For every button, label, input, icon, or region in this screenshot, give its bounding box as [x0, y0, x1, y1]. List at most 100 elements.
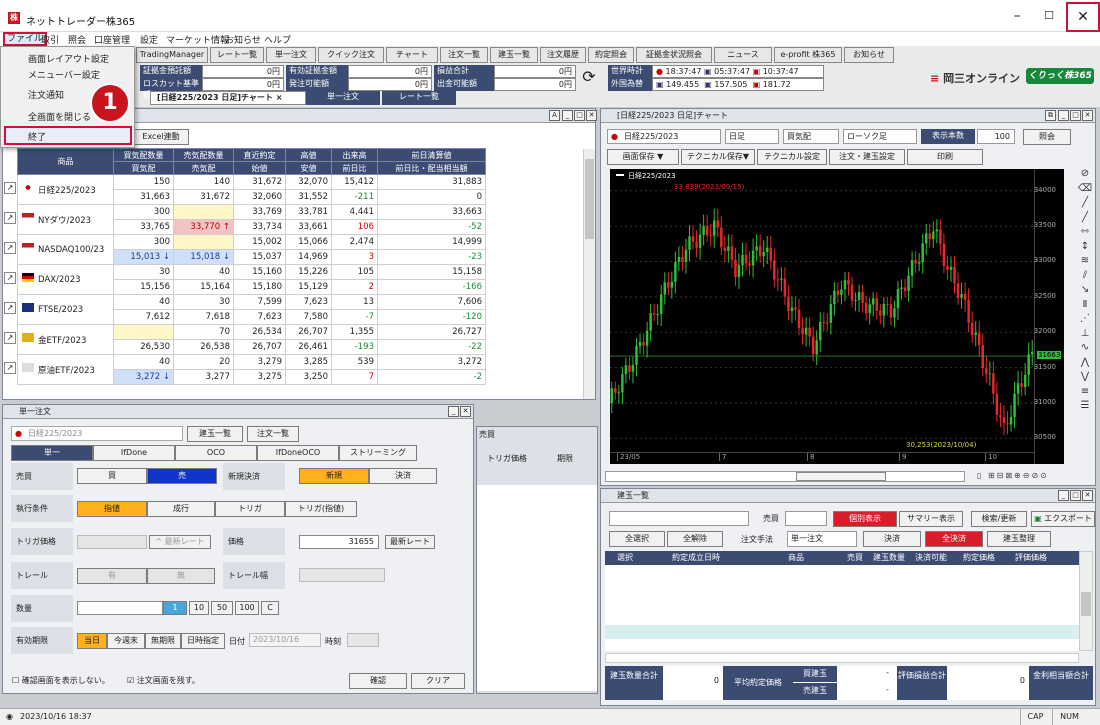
trend-icon[interactable]: ↗ — [4, 182, 16, 194]
panel-close-button[interactable]: ✕ — [586, 110, 597, 121]
maximize-button[interactable]: ☐ — [1032, 0, 1066, 32]
col-ask-qty[interactable]: 売気配数量 — [173, 148, 234, 162]
file-notice[interactable]: 注文通知 — [28, 88, 64, 101]
tool-pitch-icon[interactable]: ⋰ — [1077, 312, 1093, 327]
positions-col[interactable]: 評価価格 — [1005, 551, 1057, 565]
qty-input[interactable] — [77, 601, 163, 615]
valid-indefinite-button[interactable]: 無期限 — [145, 633, 181, 649]
valid-week-button[interactable]: 今週末 — [107, 633, 145, 649]
chart-order-settings-button[interactable]: 注文・建玉設定 — [829, 149, 905, 165]
qty-50-button[interactable]: 50 — [211, 601, 233, 615]
tool-quick-order[interactable]: クイック注文 — [318, 47, 384, 63]
tool-fib-icon[interactable]: ≋ — [1077, 254, 1093, 269]
search-update-button[interactable]: 検索/更新 — [971, 511, 1027, 527]
qty-10-button[interactable]: 10 — [189, 601, 209, 615]
file-close-all[interactable]: 全画面を閉じる — [28, 110, 91, 123]
close-button[interactable]: ✕ — [1066, 2, 1100, 32]
valid-today-button[interactable]: 当日 — [77, 633, 107, 649]
chart-min-button[interactable]: _ — [1058, 110, 1069, 121]
positions-max-button[interactable]: □ — [1070, 490, 1081, 501]
exec-limit-button[interactable]: 指値 — [77, 501, 147, 517]
col-last[interactable]: 直近約定 — [233, 148, 286, 162]
valid-datetime-button[interactable]: 日時指定 — [181, 633, 225, 649]
excel-link-button[interactable]: Excel連動 — [133, 129, 189, 145]
trend-icon[interactable]: ↗ — [4, 362, 16, 374]
exec-trigger-button[interactable]: トリガ — [215, 501, 285, 517]
menu-account[interactable]: 口座管理 — [94, 33, 130, 46]
date-input[interactable]: 2023/10/16 — [249, 633, 321, 647]
chart-count-input[interactable]: 100 — [977, 129, 1015, 144]
order-tab-oco[interactable]: OCO — [175, 445, 257, 461]
sell-button[interactable]: 売 — [147, 468, 217, 484]
panel-max-button[interactable]: □ — [574, 110, 585, 121]
tool-wave-icon[interactable]: ∿ — [1077, 341, 1093, 356]
skip-confirm-checkbox[interactable]: ☐ 確認画面を表示しない。 — [12, 675, 110, 686]
summary-view-button[interactable]: サマリー表示 — [899, 511, 963, 527]
settle-all-button[interactable]: 全決済 — [925, 531, 983, 547]
trend-icon[interactable]: ↗ — [4, 272, 16, 284]
chart-tech-settings-button[interactable]: テクニカル設定 — [757, 149, 827, 165]
menu-market[interactable]: マーケット情報 — [166, 33, 229, 46]
positions-product-select[interactable] — [609, 511, 749, 526]
exec-market-button[interactable]: 成行 — [147, 501, 215, 517]
buy-button[interactable]: 買 — [77, 468, 147, 484]
chart-detach-icon[interactable]: ⧉ — [1045, 110, 1056, 121]
chart-period-select[interactable]: 日足 — [725, 129, 779, 144]
order-tab-ifdoneoco[interactable]: IfDoneOCO — [257, 445, 339, 461]
col-bid-qty[interactable]: 買気配数量 — [113, 148, 174, 162]
positions-hscrollbar[interactable] — [605, 653, 1079, 663]
tool-grid-icon[interactable]: ≡ — [1077, 385, 1093, 400]
col-volume[interactable]: 出来高 — [331, 148, 378, 162]
panel-min-button[interactable]: _ — [562, 110, 573, 121]
positions-close-button[interactable]: ✕ — [1082, 490, 1093, 501]
rate-row[interactable]: 原油ETF/2023 40 20 3,279 3,285 539 3,272 — [17, 354, 486, 385]
rate-row[interactable]: 日経225/2023 150 140 31,672 32,070 15,412 31,883 — [17, 174, 486, 205]
trend-icon[interactable]: ↗ — [4, 332, 16, 344]
trigger-price-input[interactable] — [77, 535, 147, 549]
tool-ray-icon[interactable]: ╱ — [1077, 211, 1093, 226]
organize-positions-button[interactable]: 建玉整理 — [987, 531, 1051, 547]
order-method-select[interactable]: 単一注文 — [787, 531, 857, 547]
order-tab-ifdone[interactable]: IfDone — [93, 445, 175, 461]
chart-print-button[interactable]: 印刷 — [907, 149, 983, 165]
tool-rate-list[interactable]: レート一覧 — [210, 47, 264, 63]
exec-trigger-limit-button[interactable]: トリガ(指値) — [285, 501, 357, 517]
positions-min-button[interactable]: _ — [1058, 490, 1069, 501]
col-product[interactable]: 商品 — [17, 148, 114, 175]
tool-erase-icon[interactable]: ⌫ — [1077, 182, 1093, 197]
tool-menu-icon[interactable]: ☰ — [1077, 399, 1093, 414]
tool-hline-icon[interactable]: ⇿ — [1077, 225, 1093, 240]
tool-margin-status[interactable]: 証拠金状況照会 — [636, 47, 712, 63]
tool-order-list[interactable]: 注文一覧 — [440, 47, 488, 63]
trail-width-input[interactable] — [299, 568, 385, 582]
rate-row[interactable]: FTSE/2023 40 30 7,599 7,623 13 7,606 — [17, 294, 486, 325]
time-input[interactable] — [347, 633, 379, 647]
qty-100-button[interactable]: 100 — [235, 601, 259, 615]
price-latest-button[interactable]: 最新レート — [385, 535, 435, 549]
tool-vline-icon[interactable]: ↕ — [1077, 240, 1093, 255]
chart-side-select[interactable]: 買気配 — [783, 129, 839, 144]
order-min-button[interactable]: _ — [448, 406, 459, 417]
qty-clear-button[interactable]: C — [261, 601, 279, 615]
qty-1-button[interactable]: 1 — [163, 601, 187, 615]
rate-scrollbar[interactable] — [583, 149, 595, 399]
tool-single-order[interactable]: 単一注文 — [266, 47, 316, 63]
new-button[interactable]: 新規 — [299, 468, 369, 484]
refresh-icon[interactable]: ⟳ — [580, 66, 598, 88]
tool-notice[interactable]: お知らせ — [844, 47, 894, 63]
individual-view-button[interactable]: 個別表示 — [833, 511, 897, 527]
trail-no-button[interactable]: 無 — [147, 568, 215, 584]
tool-news[interactable]: ニュース — [714, 47, 772, 63]
chart-bottom-tools[interactable]: ▯ ⊞⊟⊠⊕⊖⊘⊙ — [977, 471, 1093, 482]
positions-col[interactable]: 選択 — [609, 551, 641, 565]
chart-close-button[interactable]: ✕ — [1082, 110, 1093, 121]
col-bid[interactable]: 買気配 — [113, 161, 174, 175]
trigger-latest-button[interactable]: ^ 最新レート — [149, 535, 211, 549]
trail-yes-button[interactable]: 有 — [77, 568, 147, 584]
tool-line-icon[interactable]: ╱ — [1077, 196, 1093, 211]
order-positions-button[interactable]: 建玉一覧 — [187, 426, 243, 442]
export-button[interactable]: ▣ エクスポート — [1031, 511, 1095, 527]
order-product-select[interactable]: ● 日経225/2023 — [11, 426, 183, 441]
positions-side-select[interactable] — [785, 511, 827, 526]
price-input[interactable]: 31655 — [299, 535, 379, 549]
